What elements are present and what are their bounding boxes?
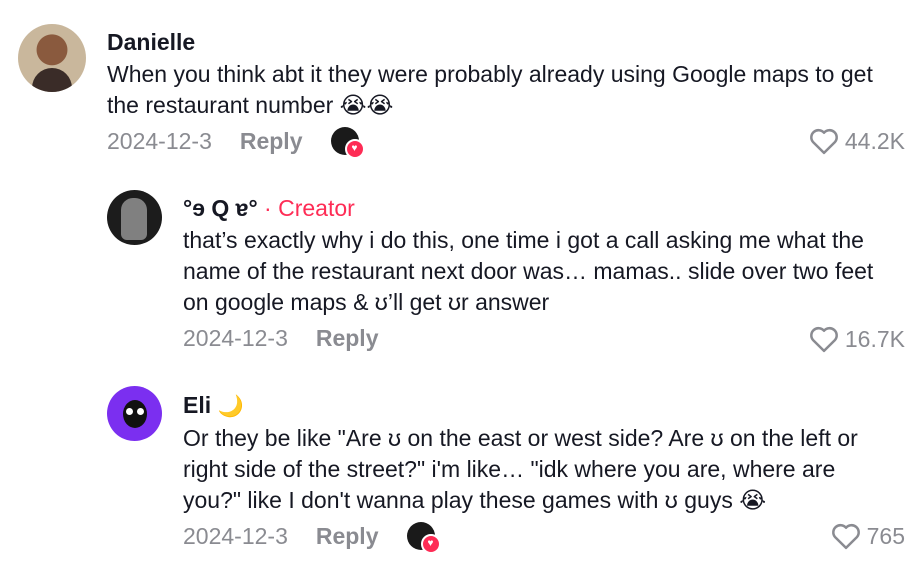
heart-outline-icon [810, 128, 838, 155]
comment-text: that’s exactly why i do this, one time i… [183, 227, 874, 315]
comment-date: 2024-12-3 [183, 522, 288, 549]
like-button[interactable]: 44.2K [809, 127, 905, 155]
author-name: Eli [183, 392, 212, 418]
reply-button[interactable]: Reply [316, 523, 379, 550]
like-count: 44.2K [844, 127, 905, 154]
like-count: 16.7K [844, 325, 905, 352]
like-button[interactable]: 765 [831, 522, 905, 550]
avatar[interactable] [107, 386, 162, 441]
comment-author[interactable]: °ɘ Q ɐ° · Creator [183, 195, 355, 222]
reply-button[interactable]: Reply [240, 128, 303, 155]
avatar[interactable] [18, 24, 86, 92]
comment-date: 2024-12-3 [183, 325, 288, 351]
comment-author[interactable]: Eli 🌙 [183, 392, 244, 419]
comment-text: When you think abt it they were probably… [107, 61, 873, 118]
comment-meta: 2024-12-3 Reply ♥ [183, 522, 441, 554]
creator-liked-avatar: ♥ [406, 522, 441, 554]
heart-outline-icon [810, 326, 838, 353]
heart-badge-icon: ♥ [420, 534, 441, 554]
comment-meta: 2024-12-3 Reply [183, 325, 379, 352]
creator-liked-avatar: ♥ [330, 127, 365, 159]
heart-badge-icon: ♥ [344, 139, 365, 159]
like-button[interactable]: 16.7K [809, 325, 905, 353]
comment-date: 2024-12-3 [107, 127, 212, 154]
author-name: °ɘ Q ɐ° [183, 195, 258, 221]
avatar[interactable] [107, 190, 162, 245]
comment-author[interactable]: Danielle [107, 29, 195, 56]
creator-badge: · Creator [264, 195, 355, 221]
like-count: 765 [866, 522, 905, 549]
comment-meta: 2024-12-3 Reply ♥ [107, 127, 365, 159]
comment-text: Or they be like "Are ʊ on the east or we… [183, 425, 858, 513]
moon-emoji: 🌙 [217, 395, 244, 418]
heart-outline-icon [831, 523, 860, 550]
reply-button[interactable]: Reply [316, 325, 379, 352]
